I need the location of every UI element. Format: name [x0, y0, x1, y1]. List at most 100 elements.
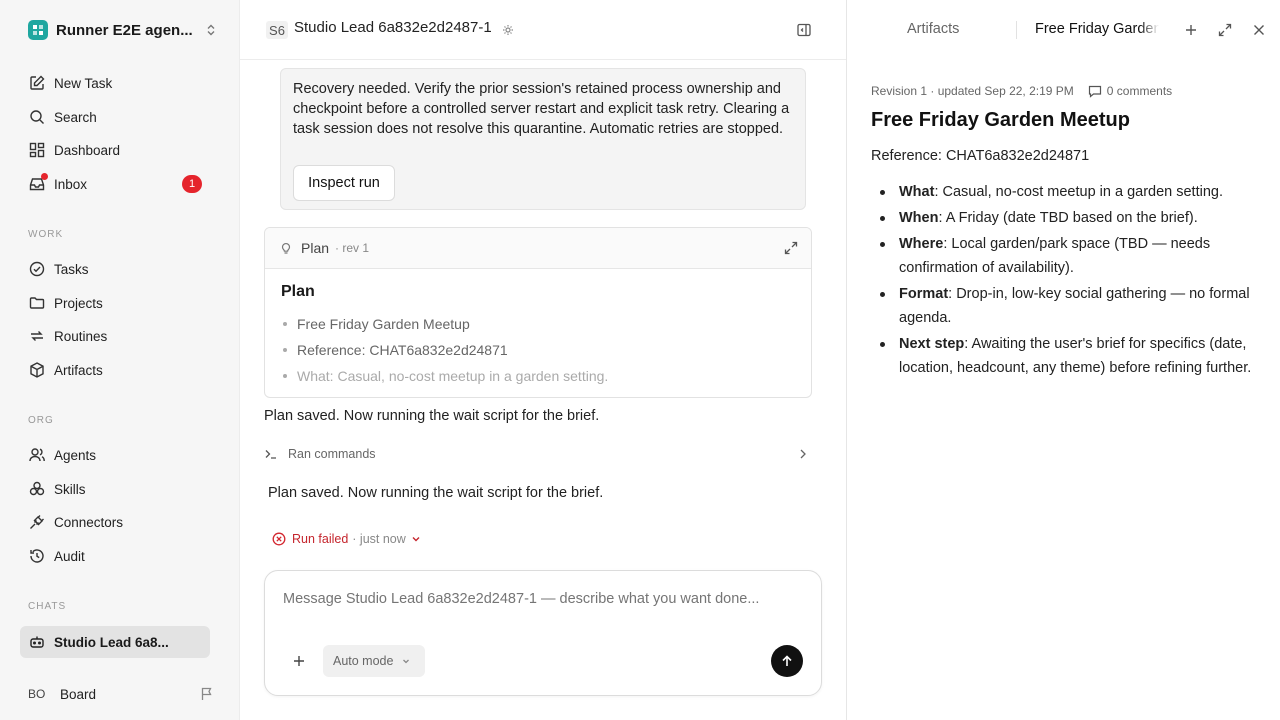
- expand-icon[interactable]: [783, 240, 799, 256]
- tab-divider: [1016, 21, 1017, 39]
- nav-new-task[interactable]: New Task: [20, 68, 220, 98]
- plus-icon[interactable]: [1183, 22, 1199, 38]
- chevron-right-icon: [796, 447, 810, 461]
- plus-icon[interactable]: [291, 653, 307, 669]
- dashboard-icon: [28, 141, 46, 159]
- plan-revision: · rev 1: [335, 241, 370, 255]
- history-icon: [28, 547, 46, 565]
- nav-dashboard[interactable]: Dashboard: [20, 135, 220, 165]
- skills-icon: [28, 480, 46, 498]
- chat-item-label: Studio Lead 6a8...: [54, 634, 169, 650]
- mode-select[interactable]: Auto mode: [323, 645, 425, 677]
- item-text: : A Friday (date TBD based on the brief)…: [938, 210, 1198, 226]
- close-icon[interactable]: [1251, 22, 1267, 38]
- list-item: Free Friday Garden Meetup: [281, 311, 795, 337]
- chevron-updown-icon[interactable]: [204, 23, 218, 37]
- nav-skills[interactable]: Skills: [20, 474, 220, 504]
- nav-label: Skills: [54, 481, 86, 497]
- nav-routines[interactable]: Routines: [20, 321, 220, 351]
- flag-icon[interactable]: [200, 687, 214, 701]
- artifact-title: Free Friday Garden Meetup: [871, 109, 1130, 131]
- item-label: What: [899, 184, 935, 200]
- run-status-label: Run failed: [292, 532, 349, 546]
- nav-search[interactable]: Search: [20, 102, 220, 132]
- nav-label: Routines: [54, 328, 108, 344]
- nav-label: Projects: [54, 295, 103, 311]
- inspect-run-button[interactable]: Inspect run: [293, 165, 395, 201]
- list-item: What: Casual, no-cost meetup in a garden…: [871, 180, 1263, 204]
- list-item: Reference: CHAT6a832e2d24871: [281, 337, 795, 363]
- recovery-notice: Recovery needed. Verify the prior sessio…: [280, 68, 806, 210]
- list-item: What: Casual, no-cost meetup in a garden…: [281, 363, 795, 389]
- folder-icon: [28, 294, 46, 312]
- section-label-work: WORK: [28, 229, 64, 240]
- search-icon: [28, 108, 46, 126]
- user-name: Board: [60, 686, 97, 702]
- item-text: : Local garden/park space (TBD — needs c…: [899, 236, 1211, 276]
- unread-dot: [41, 173, 48, 180]
- item-label: Where: [899, 236, 944, 252]
- nav-label: Dashboard: [54, 142, 121, 158]
- nav-connectors[interactable]: Connectors: [20, 507, 220, 537]
- run-status-time: · just now: [352, 532, 406, 546]
- comments-count[interactable]: 0 comments: [1107, 84, 1172, 98]
- nav-audit[interactable]: Audit: [20, 541, 220, 571]
- workspace-logo-icon: [28, 20, 48, 40]
- plan-label: Plan: [301, 240, 330, 256]
- inbox-count-badge: 1: [182, 175, 202, 193]
- chat-item-studio-lead[interactable]: Studio Lead 6a8...: [20, 626, 210, 658]
- artifact-panel: Artifacts Free Friday Garden Meetup Revi…: [846, 0, 1280, 720]
- plan-card: Plan · rev 1 Plan Free Friday Garden Mee…: [264, 227, 812, 398]
- plug-icon: [28, 513, 46, 531]
- nav-inbox[interactable]: Inbox 1: [20, 169, 220, 199]
- item-label: Format: [899, 286, 949, 302]
- list-item: When: A Friday (date TBD based on the br…: [871, 206, 1263, 230]
- nav-artifacts[interactable]: Artifacts: [20, 355, 220, 385]
- sidebar: Runner E2E agen... New Task Search Dashb…: [0, 0, 240, 720]
- message-composer: Auto mode: [264, 570, 822, 696]
- message-input[interactable]: [283, 591, 803, 607]
- agent-title: Studio Lead 6a832e2d2487-1: [294, 19, 492, 36]
- ran-commands-row[interactable]: Ran commands: [264, 443, 812, 465]
- nav-agents[interactable]: Agents: [20, 440, 220, 470]
- assistant-message: Plan saved. Now running the wait script …: [264, 408, 600, 424]
- send-button[interactable]: [771, 645, 803, 677]
- recovery-text: Recovery needed. Verify the prior sessio…: [293, 81, 790, 137]
- maximize-icon[interactable]: [1217, 22, 1233, 38]
- list-item: Where: Local garden/park space (TBD — ne…: [871, 232, 1263, 280]
- item-text: : Casual, no-cost meetup in a garden set…: [934, 184, 1223, 200]
- nav-label: Inbox: [54, 176, 88, 192]
- plan-card-header: Plan · rev 1: [265, 228, 811, 269]
- gear-icon[interactable]: [502, 24, 514, 36]
- workspace-switcher[interactable]: Runner E2E agen...: [28, 20, 218, 40]
- nav-label: Search: [54, 109, 97, 125]
- repeat-icon: [28, 327, 46, 345]
- nav-label: Artifacts: [54, 362, 103, 378]
- section-label-chats: CHATS: [28, 601, 67, 612]
- revision-info: Revision 1 · updated Sep 22, 2:19 PM: [871, 84, 1074, 98]
- list-item: Format: Drop-in, low-key social gatherin…: [871, 282, 1263, 330]
- artifact-reference: Reference: CHAT6a832e2d24871: [871, 148, 1090, 164]
- plan-card-body: Plan Free Friday Garden Meetup Reference…: [265, 269, 811, 397]
- item-label: Next step: [899, 336, 965, 352]
- arrow-up-icon: [780, 654, 794, 668]
- comment-icon[interactable]: [1088, 84, 1102, 98]
- nav-label: Tasks: [54, 261, 89, 277]
- plan-heading: Plan: [281, 283, 315, 300]
- users-icon: [28, 446, 46, 464]
- edit-icon: [28, 74, 46, 92]
- nav-tasks[interactable]: Tasks: [20, 254, 220, 284]
- user-menu[interactable]: BO Board: [28, 683, 214, 705]
- nav-label: Agents: [54, 447, 97, 463]
- nav-projects[interactable]: Projects: [20, 288, 220, 318]
- avatar: BO: [28, 687, 46, 701]
- inbox-icon: [28, 173, 48, 193]
- panel-toggle-icon[interactable]: [796, 22, 812, 38]
- artifact-list: What: Casual, no-cost meetup in a garden…: [871, 180, 1263, 382]
- run-status[interactable]: Run failed · just now: [272, 530, 422, 548]
- item-label: When: [899, 210, 939, 226]
- tab-artifacts[interactable]: Artifacts: [907, 21, 959, 37]
- error-circle-icon: [272, 532, 286, 546]
- nav-label: New Task: [54, 75, 113, 91]
- tab-free-friday-garden-meetup[interactable]: Free Friday Garden Meetup: [1035, 21, 1159, 37]
